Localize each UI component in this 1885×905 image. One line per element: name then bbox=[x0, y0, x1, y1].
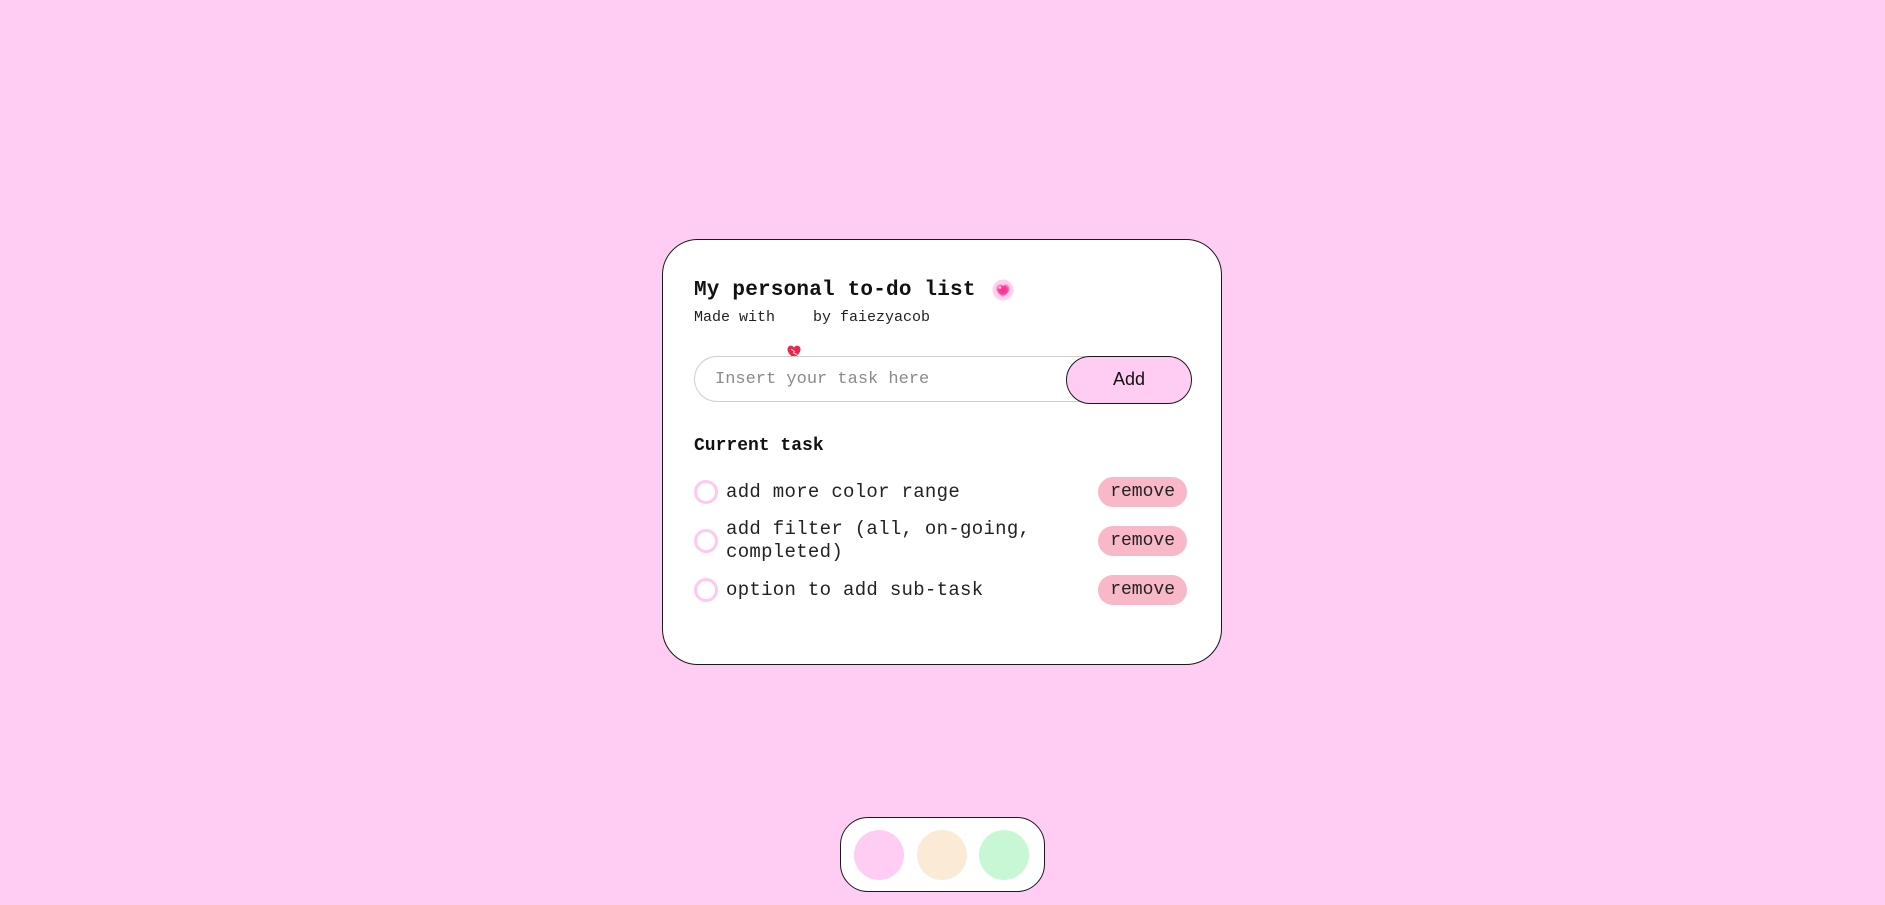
task-item: option to add sub-task remove bbox=[694, 575, 1192, 605]
task-input[interactable] bbox=[694, 356, 1114, 402]
remove-task-button[interactable]: remove bbox=[1098, 526, 1187, 556]
task-list: add more color range remove add filter (… bbox=[694, 477, 1192, 605]
task-text: option to add sub-task bbox=[726, 578, 984, 601]
theme-swatch-cream[interactable] bbox=[916, 829, 967, 880]
task-checkbox[interactable] bbox=[694, 529, 718, 553]
theme-swatch-mint[interactable] bbox=[979, 829, 1029, 880]
theme-picker bbox=[840, 817, 1045, 892]
task-input-row: Add bbox=[694, 356, 1192, 404]
sparkling-heart-icon bbox=[992, 279, 1014, 301]
remove-task-button[interactable]: remove bbox=[1098, 477, 1187, 507]
task-text: add filter (all, on-going, completed) bbox=[726, 518, 1031, 563]
theme-swatch-pink[interactable] bbox=[854, 829, 904, 880]
remove-task-button[interactable]: remove bbox=[1098, 575, 1187, 605]
task-checkbox[interactable] bbox=[694, 480, 718, 504]
task-checkbox[interactable] bbox=[694, 578, 718, 602]
task-item: add filter (all, on-going, completed) re… bbox=[694, 518, 1192, 564]
page-title: My personal to-do list bbox=[694, 278, 976, 302]
task-text: add more color range bbox=[726, 480, 961, 503]
subtitle-suffix: by faiezyacob bbox=[813, 308, 931, 326]
add-task-button[interactable]: Add bbox=[1066, 356, 1192, 404]
section-title: Current task bbox=[694, 436, 824, 456]
task-item: add more color range remove bbox=[694, 477, 1192, 507]
heart-icon bbox=[785, 308, 803, 358]
title-row: My personal to-do list bbox=[694, 276, 1190, 304]
subtitle-prefix: Made with bbox=[694, 308, 776, 326]
todo-card: My personal to-do list Made with by faie… bbox=[662, 239, 1222, 665]
subtitle: Made with by faiezyacob bbox=[694, 308, 1190, 358]
